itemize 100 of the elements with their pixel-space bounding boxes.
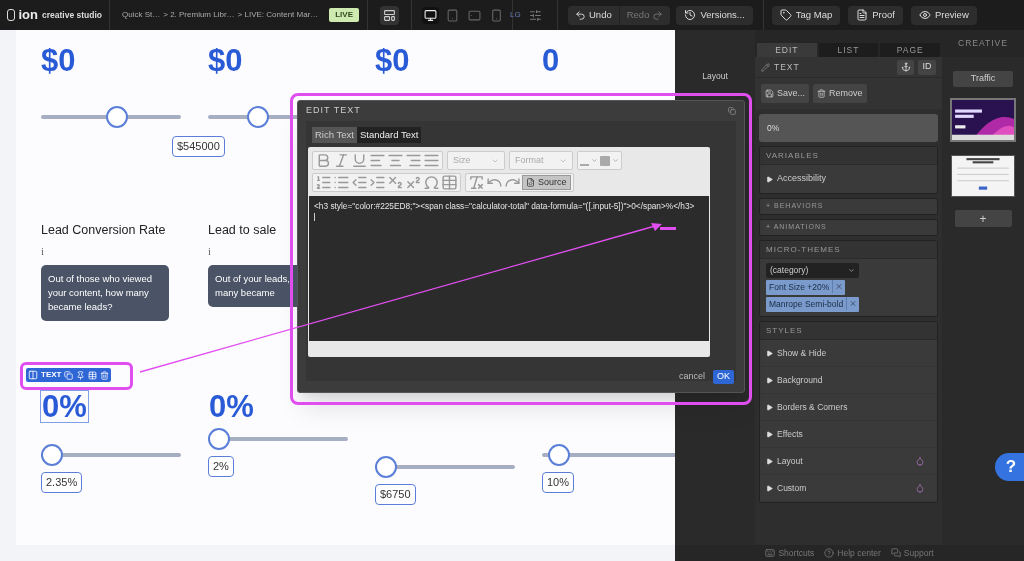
document-icon [856,9,869,21]
logo-text: ion [18,6,38,25]
panel-tab[interactable]: PAGE [880,43,940,57]
category-dropdown[interactable]: (category) [766,263,859,278]
page-thumbnail[interactable] [952,100,1014,140]
source-code-area[interactable]: <h3 style="color:#225ED8;"><span class="calculator-total" data-formula="([.input-5])">0</span>%</h3> [309,196,709,341]
toolbar-button[interactable]: Proof [848,5,903,25]
help-icon [824,548,835,558]
product-name: creative studio [42,8,102,22]
move-icon[interactable] [28,370,38,380]
percent-value: 0% [208,390,255,422]
align-right-icon[interactable] [405,152,422,169]
breadcrumb-link[interactable]: > LIVE: Content Mar… [237,9,319,21]
element-type: TEXT [774,60,800,74]
expand-arrow-icon [766,349,773,357]
clear-format-icon[interactable] [468,174,485,191]
maximize-icon[interactable] [728,107,736,115]
accordion-item[interactable]: Show & Hide [760,340,937,367]
expand-arrow-icon [766,403,773,411]
size-label[interactable]: LG [510,9,521,21]
chat-icon [890,548,901,558]
accordion-label: Background [777,373,823,387]
value-bubble: 2.35% [41,472,83,493]
history-icon [684,9,697,21]
accordion-item[interactable]: Background [760,367,937,394]
section-header: STYLES [760,322,937,340]
toolbar-button[interactable]: Preview [910,5,977,25]
remove-button[interactable]: Remove [813,84,867,103]
grid-icon[interactable] [88,370,98,380]
value-bubble: $6750 [375,484,416,505]
tag-icon [779,9,792,21]
add-page-button[interactable]: + [954,210,1012,227]
breadcrumb-link[interactable]: Quick St… [122,9,161,21]
expand-arrow-icon [766,484,773,492]
accordion-item[interactable]: Borders & Corners [760,394,937,421]
align-left-icon[interactable] [369,152,386,169]
editor-tab[interactable]: Rich Text [312,127,357,143]
source-button[interactable]: Source [522,175,571,190]
logo-icon [7,9,15,21]
help-button[interactable]: ? [995,453,1024,481]
omega-icon[interactable] [423,174,440,191]
footer-link[interactable]: Shortcuts [765,546,815,560]
layout-icon[interactable] [380,5,399,25]
align-center-icon[interactable] [387,152,404,169]
trash-icon [817,89,826,98]
flow-label: Traffic [953,71,1013,87]
ok-button[interactable]: OK [713,370,734,384]
info-icon: i [41,242,45,260]
pencil-icon [761,62,770,72]
source-code-text: <h3 style="color:#225ED8;"><span class="calculator-total" data-formula="([.input-5])">0</span>%</h3> [314,200,696,213]
pin-icon[interactable] [76,370,86,380]
toolbar-button[interactable]: Tag Map [771,5,841,25]
accordion-label: Effects [777,427,803,441]
trash-icon[interactable] [100,370,110,380]
page-thumbnail[interactable] [952,156,1014,196]
keyboard-icon [765,548,776,558]
accordion-item[interactable]: Custom [760,475,937,502]
caret-icon[interactable] [591,157,598,164]
accordion-item[interactable]: Accessibility [760,165,937,193]
outdent-icon[interactable] [351,174,368,191]
anchor-icon[interactable] [897,59,914,75]
accordion-item[interactable]: Layout [760,448,937,475]
value-bubble: $545000 [172,136,225,157]
panel-tab[interactable]: EDIT [757,43,817,57]
indent-icon[interactable] [369,174,386,191]
superscript-icon[interactable] [405,174,422,191]
bullet-list-icon[interactable] [333,174,350,191]
copy-icon[interactable] [64,370,74,380]
id-button[interactable]: ID [918,59,936,75]
content-field[interactable]: 0% [759,114,938,142]
numbered-list-icon[interactable] [315,174,332,191]
footer-link[interactable]: Support [890,546,934,560]
save-button[interactable]: Save... [761,84,809,103]
subscript-icon[interactable] [387,174,404,191]
device-icon[interactable] [422,6,439,24]
accordion-label: Accessibility [777,172,826,186]
accordion-item[interactable]: Effects [760,421,937,448]
background-color-icon[interactable] [600,155,610,166]
settings-icon[interactable] [528,8,542,22]
panel-tab[interactable]: LIST [818,43,879,57]
caret-icon[interactable] [612,157,619,164]
cancel-button[interactable]: cancel [678,370,705,384]
element-type-label: TEXT [41,369,62,381]
droplet-icon [915,483,925,493]
expand-arrow-icon [766,376,773,384]
accordion-label: Layout [777,454,803,468]
amount-value: $0 [41,44,76,76]
dialog-title: EDIT TEXT [306,104,361,118]
undo-button[interactable]: Undo [568,5,620,25]
expand-arrow-icon [766,457,773,465]
align-justify-icon[interactable] [423,152,440,169]
table-icon[interactable] [441,174,458,191]
italic-icon[interactable] [333,152,350,169]
versions-button[interactable]: Versions... [676,5,753,25]
footer-link[interactable]: Help center [824,546,881,560]
field-label: Lead to sale [208,222,278,239]
underline-icon[interactable] [351,152,368,169]
redo-icon [652,9,664,21]
caret-icon [848,267,855,274]
underline-mark [660,227,676,230]
